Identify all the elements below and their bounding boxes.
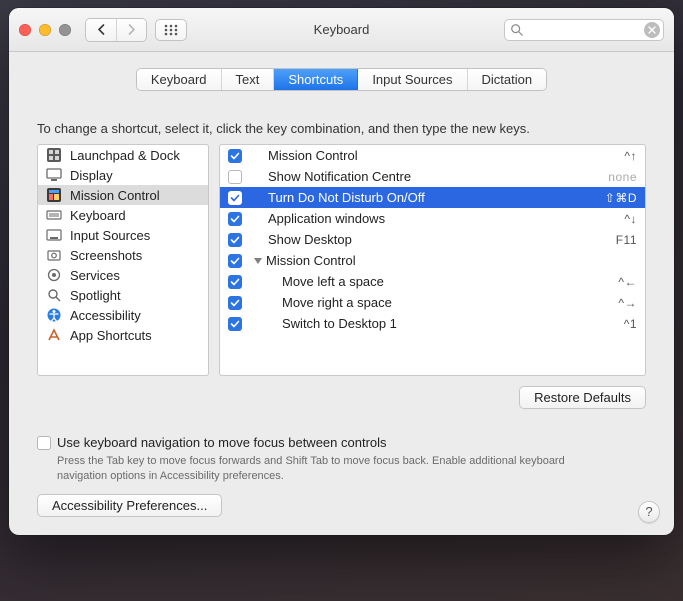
shortcut-label: Switch to Desktop 1	[254, 316, 624, 331]
sidebar-item-screenshots[interactable]: Screenshots	[38, 245, 208, 265]
content: Keyboard Text Shortcuts Input Sources Di…	[9, 52, 674, 517]
shortcut-label: Mission Control	[266, 253, 637, 268]
app-shortcuts-icon	[46, 327, 62, 343]
shortcut-checkbox[interactable]	[228, 170, 242, 184]
display-icon	[46, 167, 62, 183]
shortcut-row[interactable]: Show Notification Centre none	[220, 166, 645, 187]
shortcut-row[interactable]: Switch to Desktop 1 ^1	[220, 313, 645, 334]
shortcut-label: Move left a space	[254, 274, 618, 289]
tab-shortcuts[interactable]: Shortcuts	[274, 69, 358, 90]
tab-keyboard[interactable]: Keyboard	[137, 69, 222, 90]
search-wrap	[504, 19, 664, 41]
category-list[interactable]: Launchpad & Dock Display Mission Control…	[37, 144, 209, 376]
sidebar-item-launchpad[interactable]: Launchpad & Dock	[38, 145, 208, 165]
shortcut-keys[interactable]: F11	[616, 233, 637, 247]
sidebar-item-label: Input Sources	[70, 228, 150, 243]
close-window-button[interactable]	[19, 24, 31, 36]
tab-input-sources[interactable]: Input Sources	[358, 69, 467, 90]
zoom-window-button	[59, 24, 71, 36]
shortcut-checkbox[interactable]	[228, 296, 242, 310]
sidebar-item-label: Launchpad & Dock	[70, 148, 180, 163]
shortcut-label: Show Desktop	[254, 232, 616, 247]
sidebar-item-label: Keyboard	[70, 208, 126, 223]
mission-control-icon	[46, 187, 62, 203]
shortcut-checkbox[interactable]	[228, 149, 242, 163]
shortcut-label: Mission Control	[254, 148, 624, 163]
spotlight-icon	[46, 287, 62, 303]
nav-back-forward	[85, 18, 147, 42]
shortcut-keys[interactable]: none	[608, 170, 637, 184]
shortcut-row[interactable]: Show Desktop F11	[220, 229, 645, 250]
services-icon	[46, 267, 62, 283]
shortcut-keys[interactable]: ^←	[618, 275, 637, 289]
sidebar-item-display[interactable]: Display	[38, 165, 208, 185]
shortcut-label: Move right a space	[254, 295, 618, 310]
sidebar-item-spotlight[interactable]: Spotlight	[38, 285, 208, 305]
titlebar: Keyboard	[9, 8, 674, 52]
traffic-lights	[19, 24, 71, 36]
show-all-button[interactable]	[155, 19, 187, 41]
keyboard-icon	[46, 207, 62, 223]
shortcut-list[interactable]: Mission Control ^↑ Show Notification Cen…	[219, 144, 646, 376]
shortcut-checkbox[interactable]	[228, 254, 242, 268]
shortcut-keys[interactable]: ^→	[618, 296, 637, 310]
shortcut-label: Turn Do Not Disturb On/Off	[254, 190, 605, 205]
instruction-text: To change a shortcut, select it, click t…	[37, 121, 646, 136]
shortcut-row[interactable]: Turn Do Not Disturb On/Off ⇧⌘D	[220, 187, 645, 208]
sidebar-item-label: Display	[70, 168, 113, 183]
keyboard-nav-help: Press the Tab key to move focus forwards…	[57, 454, 617, 484]
minimize-window-button[interactable]	[39, 24, 51, 36]
shortcut-keys[interactable]: ^↓	[624, 212, 637, 226]
sidebar-item-label: Spotlight	[70, 288, 121, 303]
search-icon	[510, 23, 524, 37]
preferences-window: Keyboard Keyboard Text Shortcuts Input S…	[9, 8, 674, 535]
forward-button[interactable]	[116, 19, 146, 41]
input-sources-icon	[46, 227, 62, 243]
shortcut-keys[interactable]: ^↑	[624, 149, 637, 163]
screenshots-icon	[46, 247, 62, 263]
sidebar-item-app-shortcuts[interactable]: App Shortcuts	[38, 325, 208, 345]
disclosure-triangle-icon[interactable]	[254, 258, 262, 264]
shortcut-row[interactable]: Move right a space ^→	[220, 292, 645, 313]
shortcut-checkbox[interactable]	[228, 233, 242, 247]
shortcut-label: Application windows	[254, 211, 624, 226]
shortcut-keys[interactable]: ^1	[624, 317, 637, 331]
sidebar-item-label: Mission Control	[70, 188, 160, 203]
tab-bar: Keyboard Text Shortcuts Input Sources Di…	[136, 68, 547, 91]
back-button[interactable]	[86, 19, 116, 41]
shortcut-checkbox[interactable]	[228, 191, 242, 205]
keyboard-nav-row[interactable]: Use keyboard navigation to move focus be…	[37, 435, 646, 450]
sidebar-item-input-sources[interactable]: Input Sources	[38, 225, 208, 245]
sidebar-item-label: Screenshots	[70, 248, 142, 263]
shortcut-row[interactable]: Mission Control ^↑	[220, 145, 645, 166]
shortcut-row-group[interactable]: Mission Control	[220, 250, 645, 271]
sidebar-item-keyboard[interactable]: Keyboard	[38, 205, 208, 225]
shortcut-row[interactable]: Application windows ^↓	[220, 208, 645, 229]
tab-text[interactable]: Text	[222, 69, 275, 90]
sidebar-item-label: Services	[70, 268, 120, 283]
shortcut-checkbox[interactable]	[228, 212, 242, 226]
accessibility-prefs-button[interactable]: Accessibility Preferences...	[37, 494, 222, 517]
tab-dictation[interactable]: Dictation	[468, 69, 547, 90]
restore-defaults-button[interactable]: Restore Defaults	[519, 386, 646, 409]
search-input[interactable]	[504, 19, 664, 41]
sidebar-item-label: App Shortcuts	[70, 328, 152, 343]
accessibility-icon	[46, 307, 62, 323]
shortcut-checkbox[interactable]	[228, 317, 242, 331]
sidebar-item-mission-control[interactable]: Mission Control	[38, 185, 208, 205]
shortcut-label: Show Notification Centre	[254, 169, 608, 184]
shortcut-row[interactable]: Move left a space ^←	[220, 271, 645, 292]
shortcut-keys[interactable]: ⇧⌘D	[605, 191, 637, 205]
keyboard-nav-label: Use keyboard navigation to move focus be…	[57, 435, 387, 450]
clear-search-icon[interactable]	[644, 22, 660, 38]
sidebar-item-accessibility[interactable]: Accessibility	[38, 305, 208, 325]
shortcut-checkbox[interactable]	[228, 275, 242, 289]
keyboard-nav-checkbox[interactable]	[37, 436, 51, 450]
help-button[interactable]: ?	[638, 501, 660, 523]
sidebar-item-label: Accessibility	[70, 308, 141, 323]
launchpad-icon	[46, 147, 62, 163]
sidebar-item-services[interactable]: Services	[38, 265, 208, 285]
